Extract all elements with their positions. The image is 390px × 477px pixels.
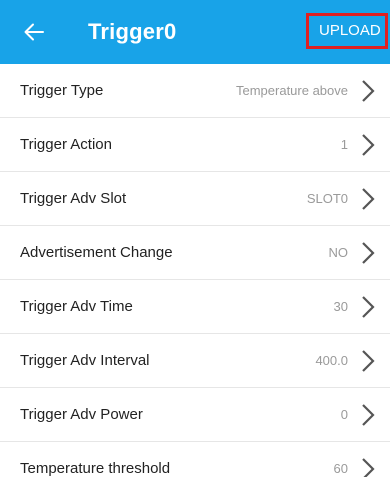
setting-row-advertisement-change[interactable]: Advertisement Change NO: [0, 226, 390, 280]
trigger-settings-screen: Trigger0 UPLOAD Trigger Type Temperature…: [0, 0, 390, 477]
setting-label: Trigger Adv Power: [20, 406, 143, 423]
chevron-right-icon: [362, 242, 375, 264]
setting-row-trigger-action[interactable]: Trigger Action 1: [0, 118, 390, 172]
chevron-right-icon: [362, 350, 375, 372]
chevron-right-icon: [362, 188, 375, 210]
setting-label: Trigger Adv Interval: [20, 352, 150, 369]
setting-label: Trigger Type: [20, 82, 104, 99]
setting-value: Temperature above: [235, 83, 348, 98]
setting-row-trigger-adv-slot[interactable]: Trigger Adv Slot SLOT0: [0, 172, 390, 226]
back-button[interactable]: [20, 14, 48, 50]
setting-value: SLOT0: [306, 191, 348, 206]
setting-value: 0: [340, 407, 348, 422]
page-title: Trigger0: [88, 19, 177, 44]
setting-value: 400.0: [315, 353, 348, 368]
setting-row-trigger-adv-power[interactable]: Trigger Adv Power 0: [0, 388, 390, 442]
chevron-right-icon: [362, 80, 375, 102]
setting-label: Trigger Adv Slot: [20, 190, 127, 207]
setting-value: 1: [340, 137, 348, 152]
setting-row-trigger-adv-time[interactable]: Trigger Adv Time 30: [0, 280, 390, 334]
arrow-left-icon: [24, 23, 44, 41]
chevron-right-icon: [362, 404, 375, 426]
chevron-right-icon: [362, 296, 375, 318]
setting-row-trigger-adv-interval[interactable]: Trigger Adv Interval 400.0: [0, 334, 390, 388]
setting-value: 30: [333, 299, 348, 314]
setting-label: Trigger Action: [20, 136, 112, 153]
setting-label: Advertisement Change: [20, 244, 173, 261]
setting-label: Trigger Adv Time: [20, 298, 133, 315]
setting-row-temperature-threshold[interactable]: Temperature threshold 60: [0, 442, 390, 477]
settings-list: Trigger Type Temperature above Trigger A…: [0, 64, 390, 477]
setting-value: 60: [333, 461, 348, 476]
setting-label: Temperature threshold: [20, 460, 171, 477]
setting-value: NO: [328, 245, 349, 260]
upload-button[interactable]: UPLOAD: [306, 13, 388, 49]
chevron-right-icon: [362, 134, 375, 156]
chevron-right-icon: [362, 458, 375, 477]
setting-row-trigger-type[interactable]: Trigger Type Temperature above: [0, 64, 390, 118]
app-bar: Trigger0 UPLOAD: [0, 0, 390, 64]
